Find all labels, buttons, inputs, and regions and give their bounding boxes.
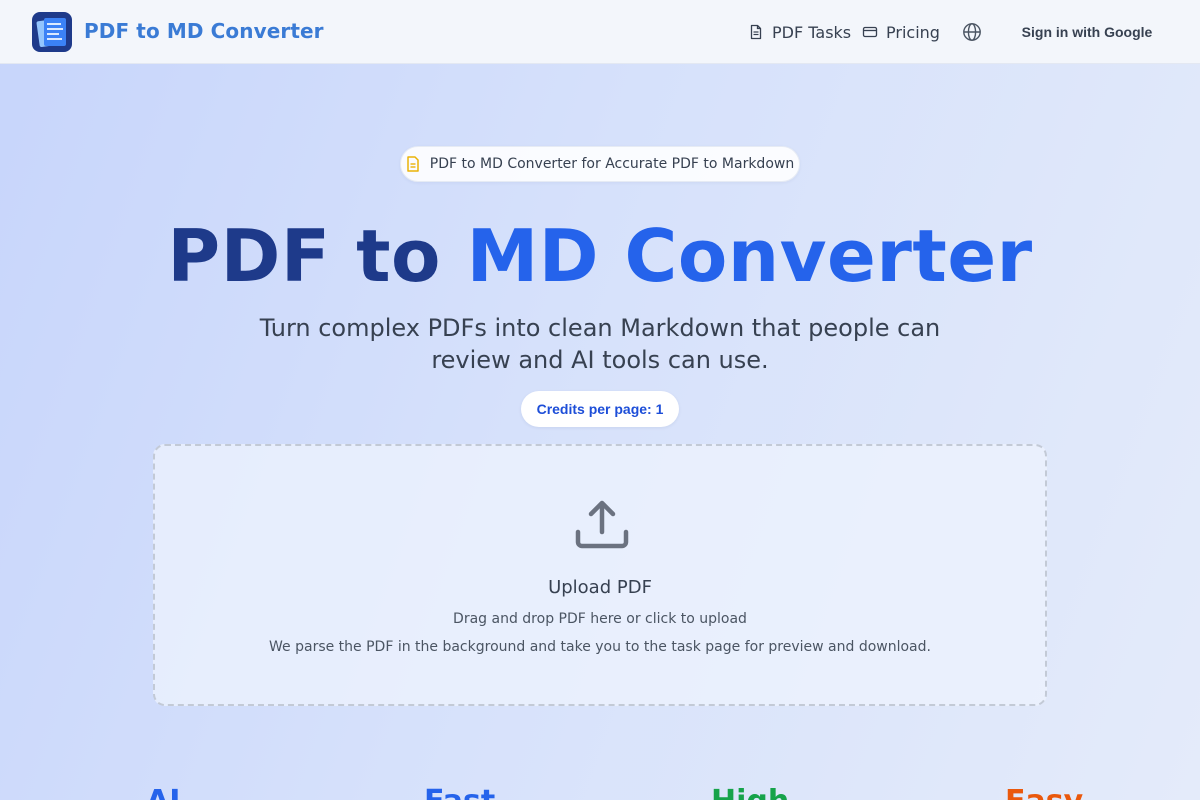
document-icon (750, 24, 762, 40)
hero-badge-text: PDF to MD Converter for Accurate PDF to … (429, 156, 795, 172)
sign-in-google-button[interactable]: Sign in with Google (1012, 20, 1162, 44)
page-title-part1: PDF to (167, 214, 441, 298)
page-title-part2: MD Converter (466, 214, 1033, 298)
upload-icon (575, 500, 629, 549)
hero-badge: PDF to MD Converter for Accurate PDF to … (400, 146, 800, 182)
globe-icon (963, 23, 981, 41)
page-title: PDF to MD Converter (0, 208, 1200, 304)
feature-heading-fast: Fast (424, 782, 495, 800)
pdf-upload-dropzone[interactable]: Upload PDF Drag and drop PDF here or cli… (153, 444, 1047, 706)
upload-description: We parse the PDF in the background and t… (269, 639, 931, 655)
credits-per-page-badge: Credits per page: 1 (521, 391, 679, 427)
upload-title: Upload PDF (548, 577, 652, 598)
nav-pricing[interactable]: Pricing (862, 20, 940, 44)
feature-heading-easy: Easy (1005, 782, 1083, 800)
nav-pdf-tasks-label: PDF Tasks (772, 22, 852, 42)
top-navbar: PDF to MD Converter PDF Tasks Pricing Si… (0, 0, 1200, 64)
nav-pricing-label: Pricing (886, 22, 940, 42)
upload-instruction: Drag and drop PDF here or click to uploa… (453, 611, 747, 627)
feature-heading-ai: AI (146, 782, 180, 800)
hero-subtitle: Turn complex PDFs into clean Markdown th… (259, 314, 941, 374)
nav-pdf-tasks[interactable]: PDF Tasks (748, 20, 851, 44)
language-selector[interactable] (960, 20, 984, 44)
logo-icon[interactable] (32, 12, 72, 52)
brand-name[interactable]: PDF to MD Converter (84, 19, 324, 43)
credit-card-icon (862, 26, 878, 38)
feature-heading-high: High (711, 782, 789, 800)
document-icon (407, 156, 419, 172)
